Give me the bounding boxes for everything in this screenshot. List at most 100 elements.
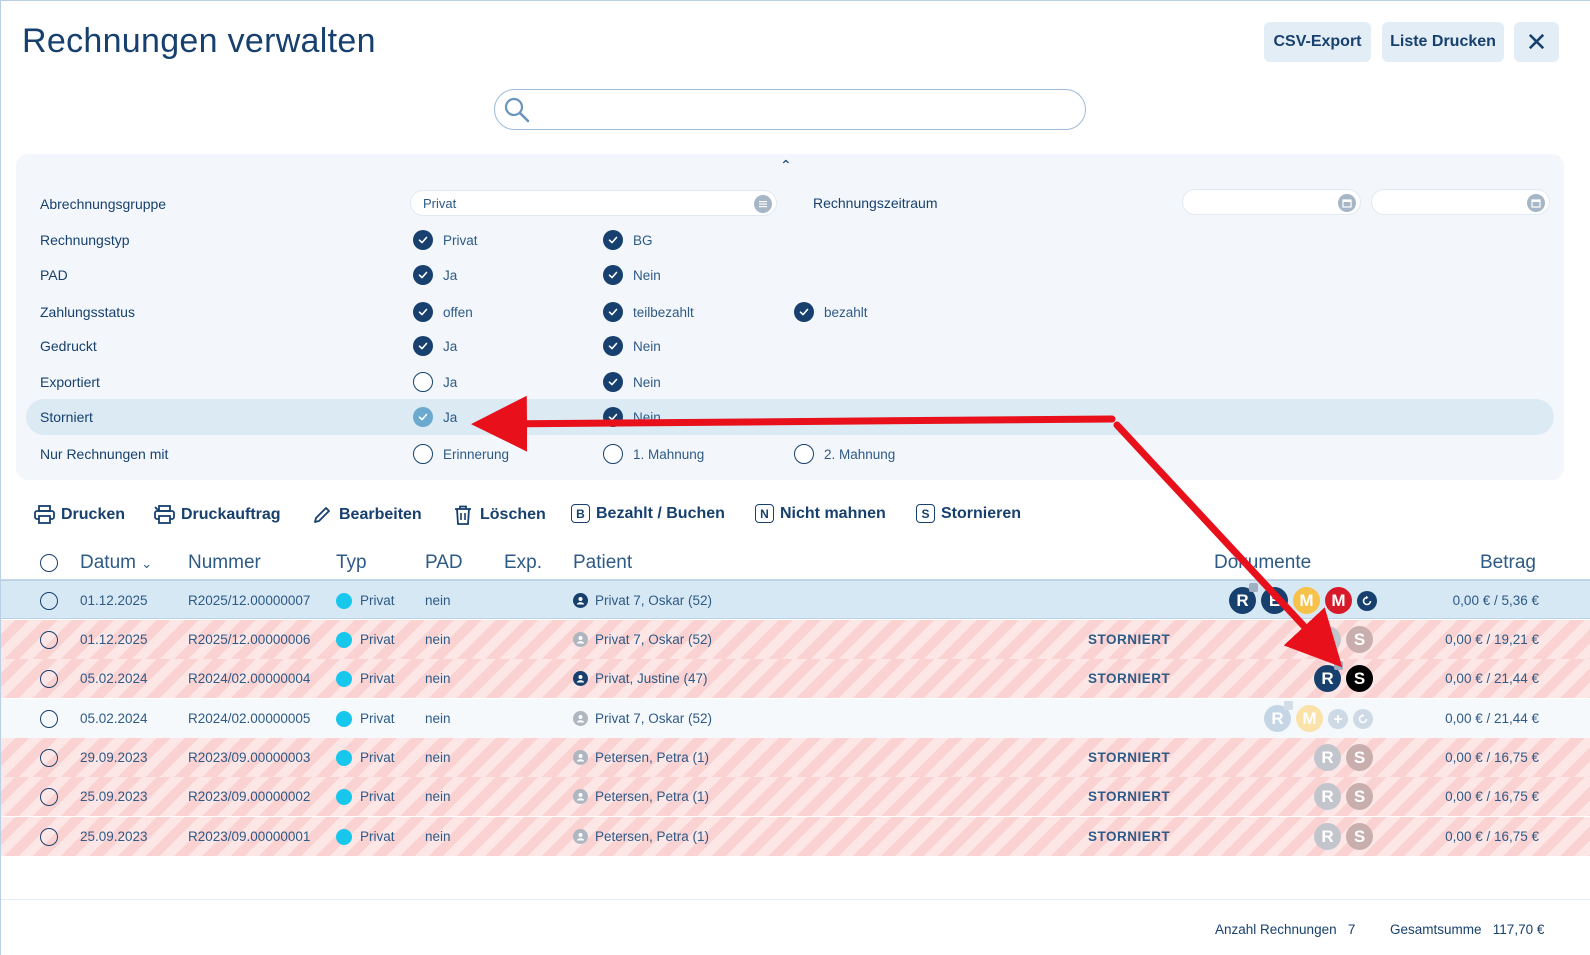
loeschen-button[interactable]: Löschen — [452, 504, 546, 526]
table-row[interactable]: 05.02.2024 R2024/02.00000005 Privat nein Pri… — [1, 699, 1590, 738]
row-select-radio[interactable] — [40, 817, 58, 856]
checkbox-icon[interactable] — [413, 230, 433, 250]
row-select-radio[interactable] — [40, 699, 58, 738]
abrechnungsgruppe-select[interactable]: Privat — [410, 190, 777, 216]
table-row[interactable]: 05.02.2024 R2024/02.00000004 Privat nein Pri… — [1, 659, 1590, 698]
table-row[interactable]: 01.12.2025 R2025/12.00000007 Privat nein Pri… — [1, 580, 1590, 619]
cell-patient[interactable]: Privat 7, Oskar (52) — [573, 699, 712, 738]
header-patient[interactable]: Patient — [573, 552, 632, 574]
filter-storniert-option-1[interactable]: Nein — [603, 407, 661, 427]
mahnung-doc-icon[interactable]: M — [1296, 705, 1323, 732]
row-select-radio[interactable] — [40, 581, 58, 620]
filter-pad-option-0[interactable]: Ja — [413, 265, 457, 285]
filter-nur-mit-option-0[interactable]: Erinnerung — [413, 444, 509, 464]
calendar-icon[interactable] — [1527, 194, 1545, 212]
refresh-icon[interactable] — [1357, 590, 1377, 611]
checkbox-icon[interactable] — [794, 302, 814, 322]
search-input[interactable] — [494, 89, 1086, 130]
drucken-button[interactable]: Drucken — [33, 504, 125, 526]
filter-zahlungsstatus-option-1[interactable]: teilbezahlt — [603, 302, 694, 322]
checkbox-icon[interactable] — [603, 302, 623, 322]
filter-zahlungsstatus-option-2[interactable]: bezahlt — [794, 302, 868, 322]
filter-pad-option-1[interactable]: Nein — [603, 265, 661, 285]
checkbox-icon[interactable] — [603, 265, 623, 285]
storno-doc-icon[interactable]: S — [1346, 744, 1373, 771]
checkbox-icon[interactable] — [603, 230, 623, 250]
filter-rechnungstyp-option-1[interactable]: BG — [603, 230, 653, 250]
rechnung-doc-icon[interactable]: R — [1314, 661, 1343, 692]
csv-export-button[interactable]: CSV-Export — [1264, 22, 1371, 62]
zeitraum-to-input[interactable] — [1371, 189, 1550, 215]
add-icon[interactable] — [1328, 708, 1348, 729]
row-select-radio[interactable] — [40, 777, 58, 816]
filter-zahlungsstatus-option-0[interactable]: offen — [413, 302, 473, 322]
druckauftrag-button[interactable]: Druckauftrag — [153, 504, 281, 526]
checkbox-icon[interactable] — [603, 372, 623, 392]
storno-doc-icon[interactable]: S — [1346, 626, 1373, 653]
filter-nur-mit-option-1[interactable]: 1. Mahnung — [603, 444, 704, 464]
checkbox-icon[interactable] — [413, 407, 433, 427]
table-row[interactable]: 29.09.2023 R2023/09.00000003 Privat nein Pet… — [1, 738, 1590, 777]
row-select-radio[interactable] — [40, 738, 58, 777]
checkbox-icon[interactable] — [413, 444, 433, 464]
nicht-mahnen-button[interactable]: N Nicht mahnen — [755, 504, 886, 523]
bezahlt-buchen-button[interactable]: B Bezahlt / Buchen — [571, 504, 725, 523]
cell-patient[interactable]: Privat 7, Oskar (52) — [573, 620, 712, 659]
print-list-button[interactable]: Liste Drucken — [1382, 22, 1504, 62]
row-select-radio[interactable] — [40, 620, 58, 659]
filter-gedruckt-option-0[interactable]: Ja — [413, 336, 457, 356]
header-datum[interactable]: Datum ⌄ — [80, 552, 152, 574]
storno-doc-icon[interactable]: S — [1346, 823, 1373, 850]
checkbox-icon[interactable] — [413, 265, 433, 285]
table-row[interactable]: 01.12.2025 R2025/12.00000006 Privat nein Pri… — [1, 620, 1590, 659]
filter-gedruckt-option-1[interactable]: Nein — [603, 336, 661, 356]
cell-patient[interactable]: Petersen, Petra (1) — [573, 817, 709, 856]
storno-doc-icon[interactable]: S — [1346, 783, 1373, 810]
rechnung-doc-icon[interactable]: R — [1314, 744, 1341, 771]
checkbox-icon[interactable] — [413, 302, 433, 322]
checkbox-icon[interactable] — [794, 444, 814, 464]
header-nummer[interactable]: Nummer — [188, 552, 261, 574]
cell-patient[interactable]: Privat, Justine (47) — [573, 659, 708, 698]
rechnung-doc-icon[interactable]: R — [1314, 823, 1341, 850]
cell-patient[interactable]: Petersen, Petra (1) — [573, 777, 709, 816]
header-exp[interactable]: Exp. — [504, 552, 542, 574]
header-pad[interactable]: PAD — [425, 552, 463, 574]
mahnung2-doc-icon[interactable]: M — [1325, 587, 1352, 614]
filter-rechnungstyp-option-0[interactable]: Privat — [413, 230, 478, 250]
filter-storniert-option-0[interactable]: Ja — [413, 407, 457, 427]
header-datum-label: Datum — [80, 552, 136, 573]
checkbox-icon[interactable] — [413, 372, 433, 392]
storniert-label: STORNIERT — [1088, 829, 1171, 844]
rechnung-doc-icon[interactable]: R — [1229, 583, 1258, 614]
select-all-radio[interactable] — [40, 554, 58, 578]
filter-nur-mit-option-2[interactable]: 2. Mahnung — [794, 444, 895, 464]
checkbox-icon[interactable] — [603, 407, 623, 427]
rechnung-doc-icon[interactable]: R — [1314, 783, 1341, 810]
checkbox-icon[interactable] — [603, 336, 623, 356]
row-select-radio[interactable] — [40, 659, 58, 698]
rechnung-doc-icon[interactable]: R — [1314, 626, 1341, 653]
checkbox-icon[interactable] — [413, 336, 433, 356]
header-betrag[interactable]: Betrag — [1480, 552, 1536, 574]
erinnerung-doc-icon[interactable]: E — [1261, 587, 1288, 614]
cell-patient[interactable]: Privat 7, Oskar (52) — [573, 581, 712, 620]
calendar-icon[interactable] — [1338, 194, 1356, 212]
storno-doc-icon[interactable]: S — [1346, 665, 1373, 692]
table-row[interactable]: 25.09.2023 R2023/09.00000001 Privat nein Pet… — [1, 817, 1590, 856]
header-typ[interactable]: Typ — [336, 552, 367, 574]
bearbeiten-button[interactable]: Bearbeiten — [311, 504, 422, 526]
mahnung1-doc-icon[interactable]: M — [1293, 587, 1320, 614]
collapse-filter-icon[interactable]: ⌃ — [780, 157, 792, 174]
refresh-icon[interactable] — [1353, 708, 1373, 729]
rechnung-doc-icon[interactable]: R — [1264, 701, 1293, 732]
close-button[interactable]: ✕ — [1514, 22, 1559, 62]
zeitraum-from-input[interactable] — [1182, 189, 1361, 215]
cell-pad: nein — [425, 711, 451, 726]
cell-patient[interactable]: Petersen, Petra (1) — [573, 738, 709, 777]
filter-exportiert-option-1[interactable]: Nein — [603, 372, 661, 392]
stornieren-button[interactable]: S Stornieren — [916, 504, 1021, 523]
checkbox-icon[interactable] — [603, 444, 623, 464]
filter-exportiert-option-0[interactable]: Ja — [413, 372, 457, 392]
table-row[interactable]: 25.09.2023 R2023/09.00000002 Privat nein Pet… — [1, 777, 1590, 816]
